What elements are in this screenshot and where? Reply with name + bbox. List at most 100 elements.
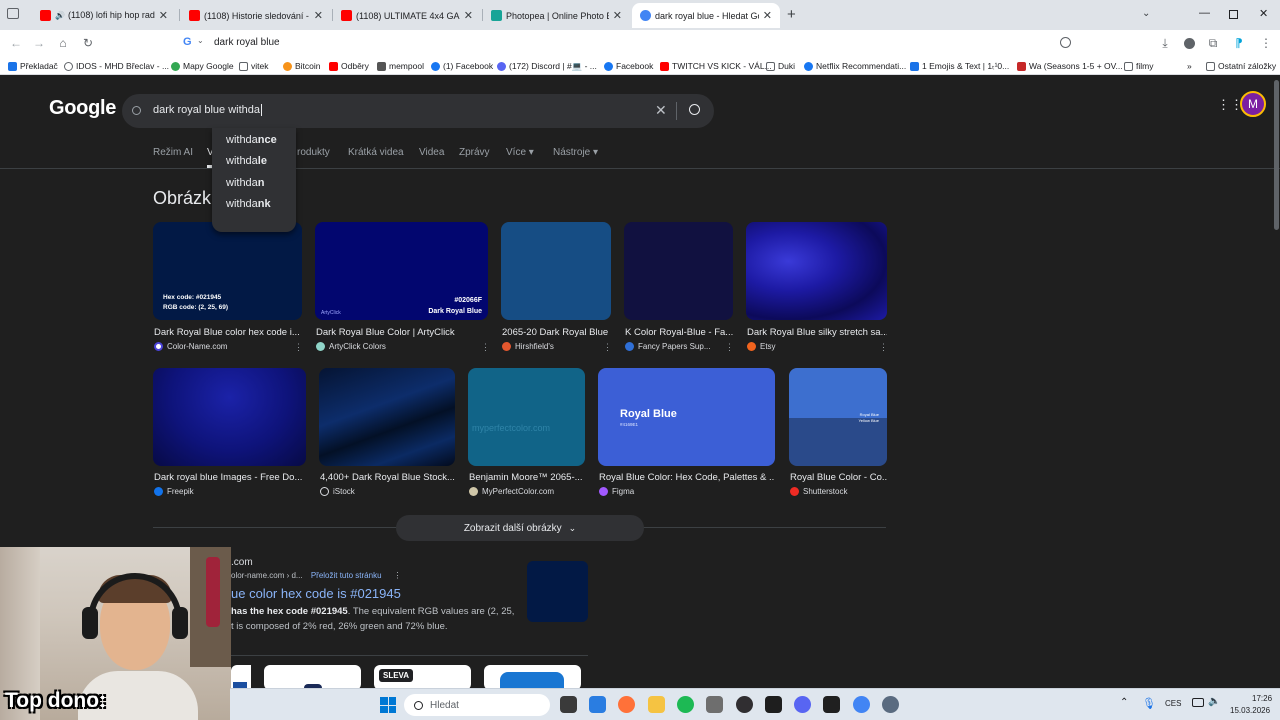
suggestion-item[interactable]: withdale xyxy=(226,155,267,167)
spotify-icon[interactable] xyxy=(677,696,694,713)
suggestion-item[interactable]: withdan xyxy=(226,177,265,189)
image-source[interactable]: Shutterstock xyxy=(790,487,887,496)
app-icon[interactable] xyxy=(765,696,782,713)
clear-icon[interactable]: ✕ xyxy=(655,102,667,119)
close-icon[interactable]: ✕ xyxy=(314,9,323,22)
filter-products[interactable]: rodukty xyxy=(297,147,330,158)
bookmark-folder[interactable]: vitek xyxy=(239,59,268,73)
clock-time[interactable]: 17:26 xyxy=(1252,694,1272,703)
close-icon[interactable]: ✕ xyxy=(464,9,473,22)
extension-icon[interactable] xyxy=(1184,38,1195,49)
task-view-icon[interactable] xyxy=(560,696,577,713)
image-caption[interactable]: 2065-20 Dark Royal Blue xyxy=(502,327,612,338)
search-submit-icon[interactable] xyxy=(689,104,700,115)
image-source[interactable]: Figma xyxy=(599,487,719,496)
calculator-icon[interactable] xyxy=(706,696,723,713)
image-caption[interactable]: Dark Royal Blue color hex code i... xyxy=(154,327,302,338)
image-caption[interactable]: Dark royal blue Images - Free Do... xyxy=(154,472,306,483)
product-card[interactable]: SLEVA xyxy=(374,665,471,690)
tab-lofi[interactable]: 🔊 (1108) lofi hip hop radio 📚 ✕ xyxy=(32,3,176,28)
image-caption[interactable]: Dark Royal Blue silky stretch sa... xyxy=(747,327,887,338)
image-source[interactable]: iStock xyxy=(320,487,440,496)
language-indicator[interactable]: CES xyxy=(1165,699,1181,708)
close-icon[interactable]: ✕ xyxy=(613,9,622,22)
extension-icon[interactable]: ⁋ xyxy=(1231,36,1247,50)
filter-ai-mode[interactable]: Režim AI xyxy=(153,147,193,158)
bookmark-item[interactable]: Facebook xyxy=(604,59,653,73)
image-caption[interactable]: 4,400+ Dark Royal Blue Stock... xyxy=(320,472,455,483)
new-tab-button[interactable]: + xyxy=(787,6,796,23)
epic-games-icon[interactable] xyxy=(823,696,840,713)
image-thumbnail[interactable] xyxy=(153,368,306,466)
reload-icon[interactable]: ↻ xyxy=(80,36,96,50)
image-caption[interactable]: Benjamin Moore™ 2065-... xyxy=(469,472,585,483)
obs-icon[interactable] xyxy=(736,696,753,713)
close-icon[interactable]: ✕ xyxy=(159,9,168,22)
filter-news[interactable]: Zprávy xyxy=(459,147,490,158)
firefox-icon[interactable] xyxy=(618,696,635,713)
chevron-down-icon[interactable]: ⌄ xyxy=(1142,8,1150,19)
bookmark-item[interactable]: (172) Discord | #💻 - ... xyxy=(497,59,597,73)
more-options-icon[interactable]: ⋮ xyxy=(879,342,888,353)
more-options-icon[interactable]: ⋮ xyxy=(481,342,490,353)
tab-photopea[interactable]: Photopea | Online Photo Editor ✕ xyxy=(483,3,630,28)
result-thumbnail[interactable] xyxy=(527,561,588,622)
image-caption[interactable]: Dark Royal Blue Color | ArtyClick xyxy=(316,327,488,338)
menu-icon[interactable]: ⋮ xyxy=(1258,36,1274,50)
avatar[interactable]: M xyxy=(1240,91,1266,117)
bookmark-item[interactable]: mempool xyxy=(377,59,424,73)
windows-start-icon[interactable] xyxy=(380,697,396,713)
clock-date[interactable]: 15.03.2026 xyxy=(1230,706,1270,715)
network-icon[interactable] xyxy=(1192,698,1204,707)
back-icon[interactable]: ← xyxy=(8,36,24,50)
microphone-icon[interactable]: 🎙 xyxy=(1142,697,1156,710)
image-source[interactable]: Color-Name.com xyxy=(154,342,284,351)
tab-search-icon[interactable] xyxy=(7,8,19,19)
image-thumbnail[interactable]: #02066F Dark Royal Blue ArtyClick xyxy=(315,222,488,320)
tab-gaming[interactable]: (1108) ULTIMATE 4x4 GAMING ✕ xyxy=(333,3,481,28)
image-source[interactable]: Etsy xyxy=(747,342,867,351)
filter-videos[interactable]: Videa xyxy=(419,147,444,158)
bookmark-folder[interactable]: Duki xyxy=(766,59,795,73)
bookmark-item[interactable]: Bitcoin xyxy=(283,59,321,73)
image-source[interactable]: Hirshfield's xyxy=(502,342,592,351)
product-card[interactable] xyxy=(484,665,581,690)
more-options-icon[interactable]: ⋮ xyxy=(725,342,734,353)
image-thumbnail[interactable] xyxy=(746,222,887,320)
taskbar-search[interactable]: Hledat xyxy=(404,694,550,716)
image-caption[interactable]: K Color Royal-Blue - Fa... xyxy=(625,327,733,338)
download-icon[interactable]: ⤓ xyxy=(1157,36,1173,51)
forward-icon[interactable]: → xyxy=(31,36,47,50)
image-caption[interactable]: Royal Blue Color - Co... xyxy=(790,472,887,483)
tab-history[interactable]: (1108) Historie sledování - YouTube ✕ xyxy=(181,3,331,28)
bookmark-item[interactable]: Wa (Seasons 1-5 + OV... xyxy=(1017,59,1123,73)
filter-short-videos[interactable]: Krátká videa xyxy=(348,147,404,158)
chevron-up-icon[interactable]: ⌃ xyxy=(1120,697,1128,708)
bookmark-item[interactable]: TWITCH VS KICK - VÁL... xyxy=(660,59,772,73)
more-options-icon[interactable]: ⋮ xyxy=(603,342,612,353)
more-images-button[interactable]: Zobrazit další obrázky ⌄ xyxy=(396,515,644,541)
product-card[interactable] xyxy=(231,665,251,690)
minimize-icon[interactable]: — xyxy=(1199,7,1210,19)
image-thumbnail[interactable]: Royal Blue Yellow Blue xyxy=(789,368,887,466)
image-thumbnail[interactable] xyxy=(319,368,455,466)
maximize-icon[interactable] xyxy=(1229,10,1238,19)
bookmark-folder[interactable]: filmy xyxy=(1124,59,1153,73)
chrome-icon[interactable] xyxy=(853,696,870,713)
image-source[interactable]: ArtyClick Colors xyxy=(316,342,466,351)
image-thumbnail[interactable]: Hex code: #021945 RGB code: (2, 25, 69) xyxy=(153,222,302,320)
image-thumbnail[interactable] xyxy=(501,222,611,320)
image-thumbnail[interactable]: myperfectcolor.com xyxy=(468,368,585,466)
image-thumbnail[interactable]: Royal Blue #4169E1 xyxy=(598,368,775,466)
image-caption[interactable]: Royal Blue Color: Hex Code, Palettes & .… xyxy=(599,472,775,483)
image-thumbnail[interactable] xyxy=(624,222,733,320)
image-source[interactable]: MyPerfectColor.com xyxy=(469,487,585,496)
scrollbar-thumb[interactable] xyxy=(1274,80,1279,230)
volume-icon[interactable]: 🔈 xyxy=(1208,696,1220,707)
translate-icon[interactable] xyxy=(1060,37,1071,48)
product-card[interactable] xyxy=(264,665,361,690)
bookmark-item[interactable]: Odběry xyxy=(329,59,369,73)
result-url[interactable]: olor-name.com › d... Přeložit tuto strán… xyxy=(231,571,402,580)
more-options-icon[interactable]: ⋮ xyxy=(294,342,303,353)
bookmark-item[interactable]: 1 Emojis & Text | 1ₜ¹0... xyxy=(910,59,1009,73)
